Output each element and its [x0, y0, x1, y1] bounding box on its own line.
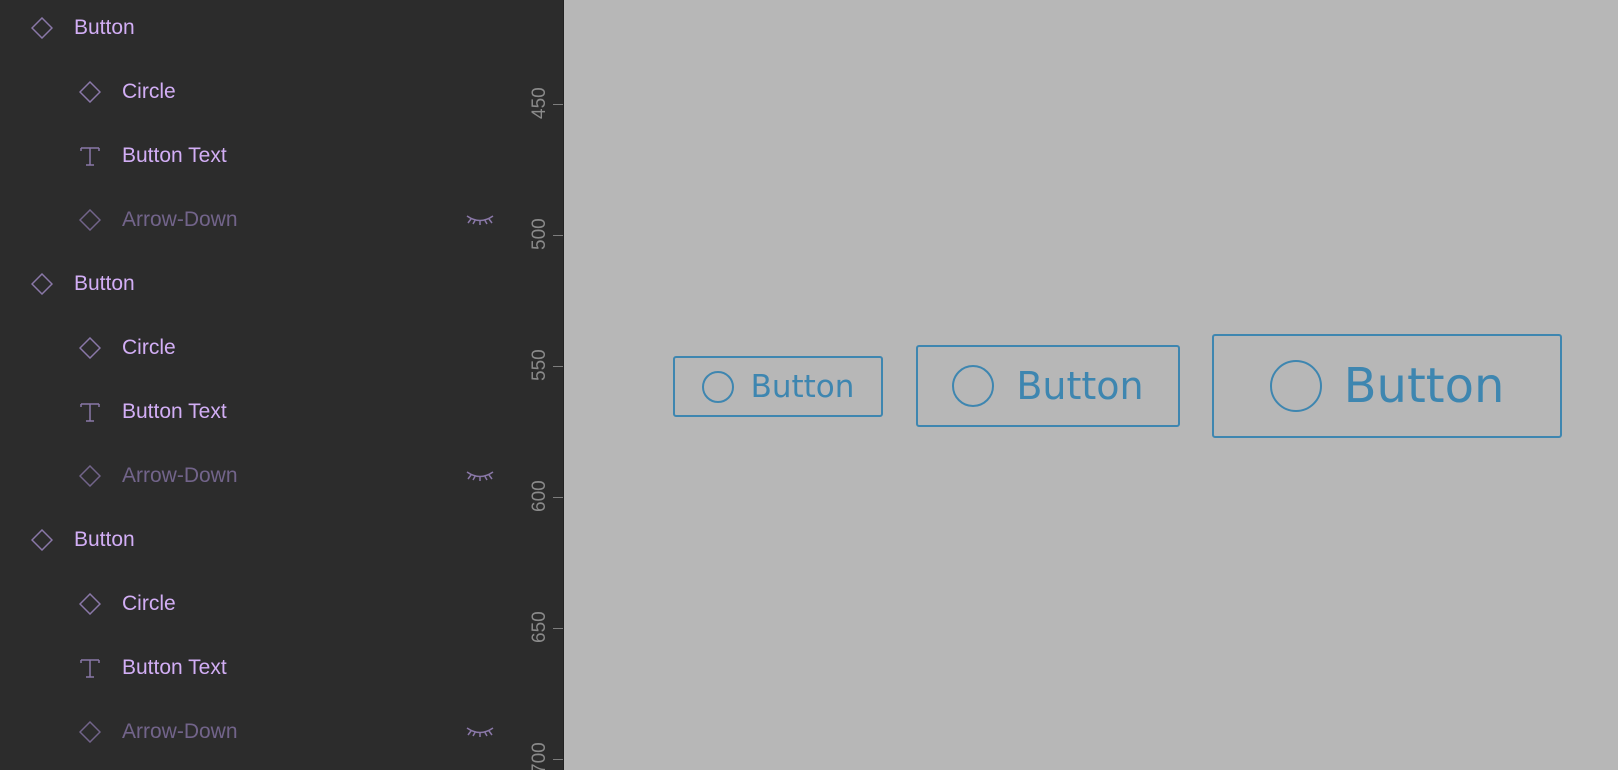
layer-label: Button	[74, 16, 135, 39]
ruler-label: 650	[529, 611, 550, 643]
layer-label: Arrow-Down	[122, 208, 238, 231]
layer-arrow-down[interactable]: Arrow-Down	[0, 444, 521, 508]
layer-label: Button Text	[122, 400, 227, 423]
layer-button[interactable]: Button	[0, 508, 521, 572]
layer-arrow-down[interactable]: Arrow-Down	[0, 700, 521, 764]
text-icon	[76, 654, 104, 682]
layer-button[interactable]: Button	[0, 0, 521, 60]
diamond-icon	[76, 334, 104, 362]
layer-label: Circle	[122, 592, 176, 615]
diamond-icon	[76, 78, 104, 106]
layer-label: Button Text	[122, 656, 227, 679]
circle-icon	[701, 370, 734, 403]
ruler-label: 450	[529, 87, 550, 119]
layer-arrow-down[interactable]: Arrow-Down	[0, 188, 521, 252]
layer-label: Circle	[122, 336, 176, 359]
layer-button-text[interactable]: Button Text	[0, 124, 521, 188]
text-icon	[76, 398, 104, 426]
button-component-medium[interactable]: Button	[916, 345, 1180, 427]
eye-closed-icon[interactable]	[464, 208, 496, 232]
button-text: Button	[1343, 358, 1505, 414]
layer-circle[interactable]: Circle	[0, 316, 521, 380]
layer-button-text[interactable]: Button Text	[0, 636, 521, 700]
canvas[interactable]: Button Button Button	[564, 0, 1618, 770]
vertical-ruler[interactable]: 450 500 550 600 650 700	[521, 0, 564, 770]
diamond-icon	[28, 526, 56, 554]
layer-button[interactable]: Button	[0, 252, 521, 316]
diamond-icon	[76, 718, 104, 746]
layer-label: Button Text	[122, 144, 227, 167]
layer-circle[interactable]: Circle	[0, 60, 521, 124]
layer-button-text[interactable]: Button Text	[0, 380, 521, 444]
layer-label: Circle	[122, 80, 176, 103]
eye-closed-icon[interactable]	[464, 464, 496, 488]
diamond-icon	[28, 270, 56, 298]
button-component-large[interactable]: Button	[1212, 334, 1562, 438]
layer-label: Button	[74, 272, 135, 295]
diamond-icon	[76, 206, 104, 234]
circle-icon	[952, 365, 995, 407]
design-app: Button Circle Button Text Arrow-Down But…	[0, 0, 1618, 770]
layer-label: Arrow-Down	[122, 720, 238, 743]
text-icon	[76, 142, 104, 170]
ruler-label: 550	[529, 349, 550, 381]
layer-label: Button	[74, 528, 135, 551]
ruler-label: 700	[529, 742, 550, 770]
layer-circle[interactable]: Circle	[0, 572, 521, 636]
ruler-label: 500	[529, 218, 550, 250]
button-text: Button	[1016, 364, 1144, 408]
circle-icon	[1269, 360, 1322, 412]
layers-panel: Button Circle Button Text Arrow-Down But…	[0, 0, 522, 770]
button-text: Button	[750, 368, 855, 405]
layer-label: Arrow-Down	[122, 464, 238, 487]
button-component-small[interactable]: Button	[673, 356, 883, 417]
diamond-icon	[76, 590, 104, 618]
ruler-label: 600	[529, 480, 550, 512]
diamond-icon	[76, 462, 104, 490]
diamond-icon	[28, 14, 56, 42]
eye-closed-icon[interactable]	[464, 720, 496, 744]
